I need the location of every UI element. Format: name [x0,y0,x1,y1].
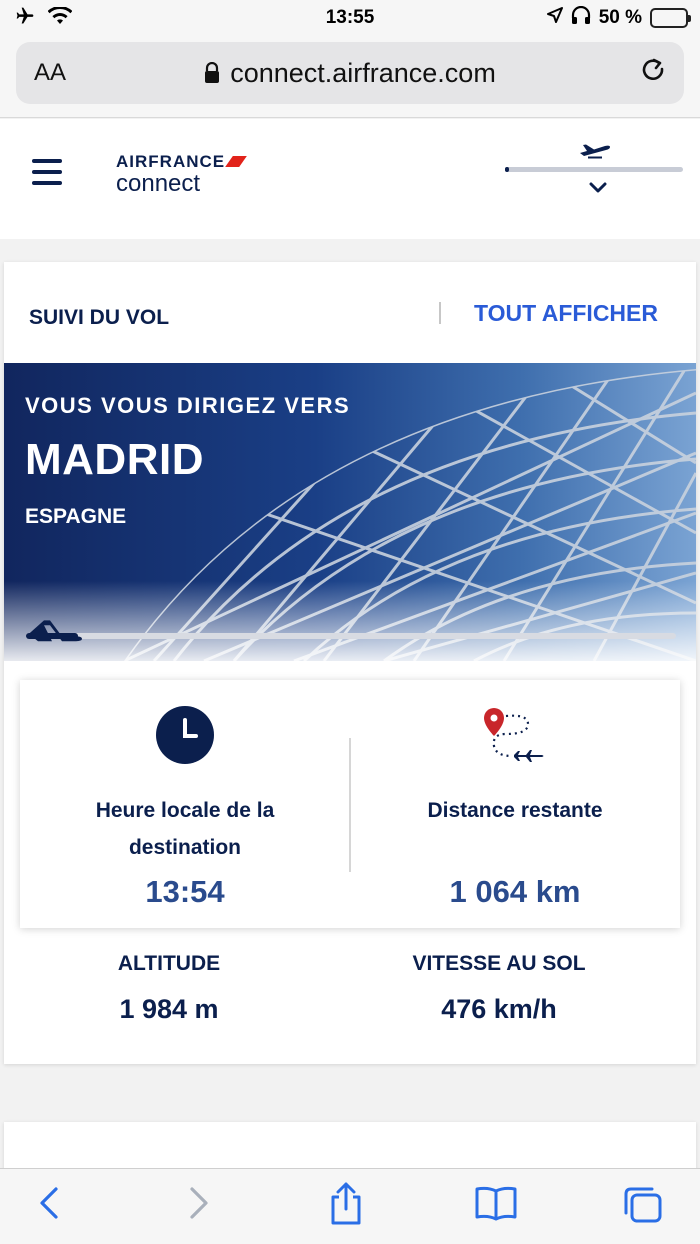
clock-icon [156,706,214,769]
local-time-stat: Heure locale de la destination 13:54 [20,680,350,928]
chevron-down-icon[interactable] [589,181,607,199]
altitude-label: ALTITUDE [117,952,221,975]
altitude-value: 1 984 m [119,994,219,1024]
airplane-icon [24,614,84,661]
tabs-icon[interactable] [622,1185,664,1230]
destination-country: ESPAGNE [25,505,127,528]
altitude-stat: ALTITUDE 1 984 m [4,952,334,1025]
takeoff-icon [578,141,612,164]
ground-speed-label: VITESSE AU SOL [412,952,586,975]
local-time-label: Heure locale de la destination [95,799,275,859]
header-progress-fill [505,167,509,172]
reload-icon[interactable] [640,57,668,92]
headphones-icon [571,5,591,30]
distance-value: 1 064 km [449,874,581,909]
flight-tracking-card: SUIVI DU VOL TOUT AFFICHER VOUS VOUS DIR… [4,262,696,1064]
header-divider [439,302,441,324]
battery-percent: 50 % [598,7,642,28]
ground-speed-stat: VITESSE AU SOL 476 km/h [334,952,664,1025]
browser-address-area: AA connect.airfrance.com [0,36,700,118]
destination-city: MADRID [25,435,204,484]
route-progress-track [26,633,676,639]
header-progress-track [505,167,683,172]
ground-speed-value: 476 km/h [441,994,557,1024]
brand-subtitle: connect [116,170,201,197]
section-title: SUIVI DU VOL [29,306,170,329]
distance-stat: Distance restante 1 064 km [350,680,680,928]
card-header: SUIVI DU VOL TOUT AFFICHER [4,262,696,362]
route-pin-plane-icon [482,706,548,777]
stats-panel: Heure locale de la destination 13:54 Dis… [20,680,680,928]
destination-banner: VOUS VOUS DIRIGEZ VERS MADRID ESPAGNE [4,363,696,661]
lock-icon [204,60,220,91]
show-all-link[interactable]: TOUT AFFICHER [474,300,658,327]
brand-name: AIRFRANCE [116,152,226,171]
forward-icon[interactable] [186,1185,212,1226]
browser-toolbar [0,1168,700,1244]
address-bar[interactable]: AA connect.airfrance.com [16,42,684,104]
status-bar: 13:55 50 % [0,0,700,36]
distance-label: Distance restante [427,799,603,822]
battery-icon [650,8,691,28]
heading-to-label: VOUS VOUS DIRIGEZ VERS [25,393,351,418]
location-icon [546,7,563,29]
flight-progress-toggle[interactable] [505,141,683,201]
local-time-value: 13:54 [145,874,225,909]
share-icon[interactable] [328,1181,364,1230]
site-header: AIRFRANCE connect [0,119,700,239]
secondary-stats: ALTITUDE 1 984 m VITESSE AU SOL 476 km/h [4,952,696,1052]
back-icon[interactable] [36,1185,62,1226]
url-field[interactable]: connect.airfrance.com [16,58,684,91]
url-domain: connect.airfrance.com [230,58,496,88]
airfrance-connect-logo[interactable]: AIRFRANCE connect [116,152,247,198]
bookmarks-icon[interactable] [474,1185,518,1226]
menu-icon[interactable] [32,159,62,192]
